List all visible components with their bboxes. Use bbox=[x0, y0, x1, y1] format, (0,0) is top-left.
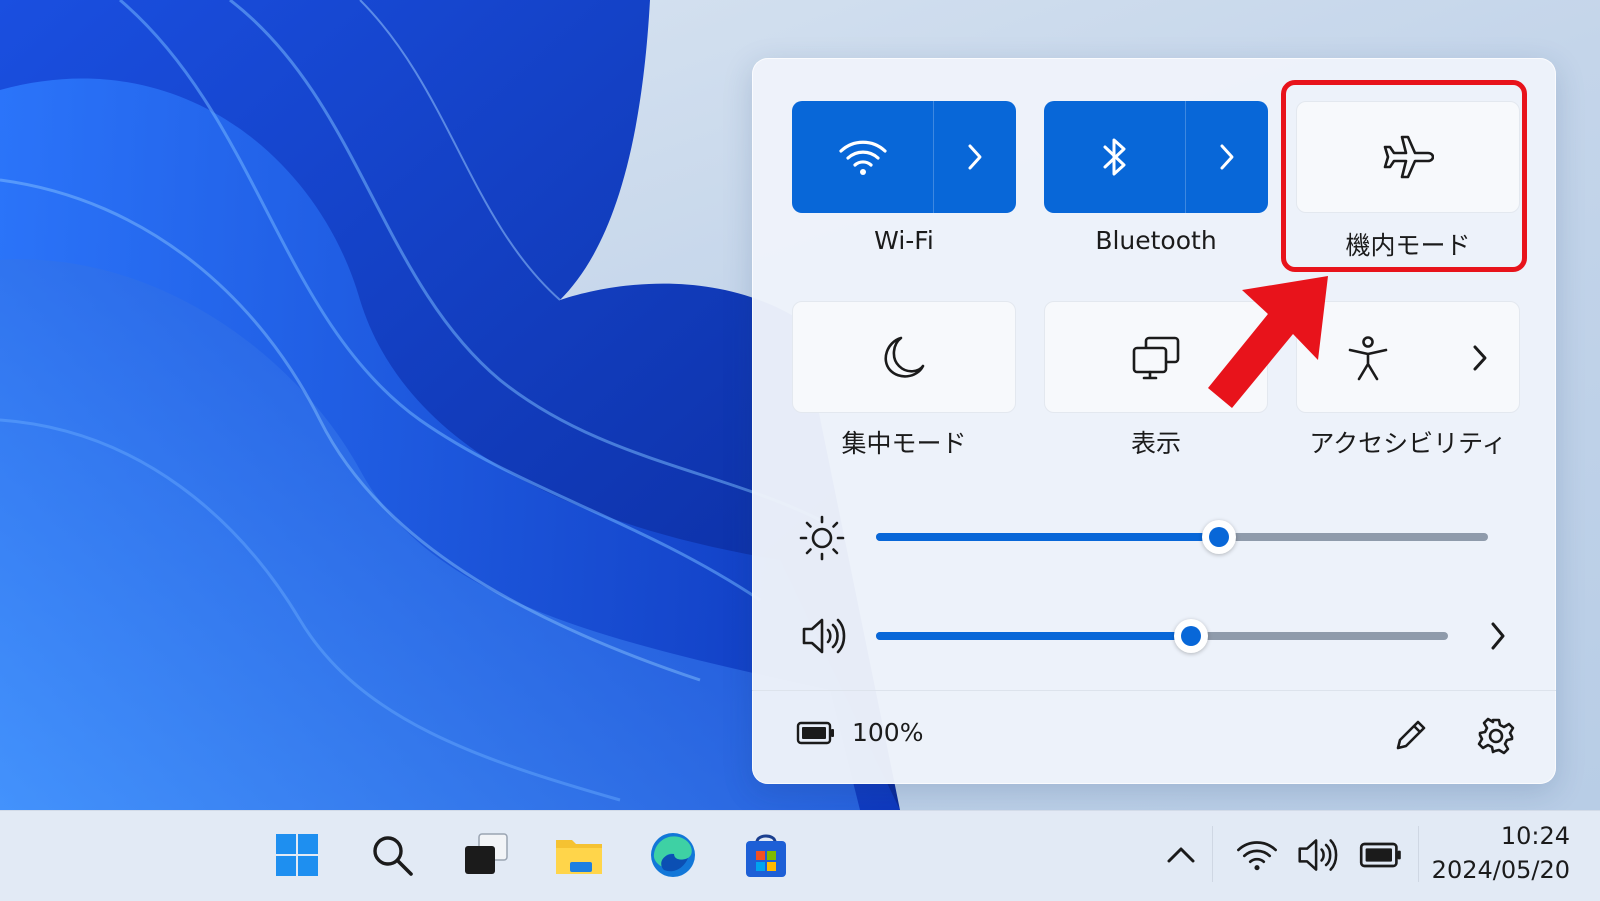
edge-icon bbox=[651, 833, 695, 877]
search-icon bbox=[373, 836, 413, 876]
taskbar-clock-time[interactable]: 10:24 bbox=[1390, 822, 1570, 850]
chevron-up-icon bbox=[1167, 847, 1195, 863]
start-button[interactable] bbox=[272, 830, 322, 880]
task-view-button[interactable] bbox=[461, 830, 511, 880]
taskbar-clock-date[interactable]: 2024/05/20 bbox=[1390, 856, 1570, 884]
tray-network-button[interactable] bbox=[1232, 830, 1282, 880]
store-button[interactable] bbox=[741, 830, 791, 880]
tray-separator bbox=[1212, 826, 1213, 882]
speaker-icon bbox=[1298, 839, 1338, 871]
show-hidden-icons-button[interactable] bbox=[1156, 830, 1206, 880]
edge-button[interactable] bbox=[648, 830, 698, 880]
task-view-icon bbox=[465, 833, 508, 874]
windows-start-icon bbox=[276, 834, 318, 876]
file-explorer-button[interactable] bbox=[554, 830, 604, 880]
search-button[interactable] bbox=[367, 830, 417, 880]
file-explorer-icon bbox=[556, 840, 602, 874]
store-icon bbox=[746, 834, 786, 877]
tray-volume-button[interactable] bbox=[1292, 830, 1342, 880]
annotation-arrow bbox=[1208, 276, 1328, 408]
wifi-icon bbox=[1237, 841, 1277, 871]
